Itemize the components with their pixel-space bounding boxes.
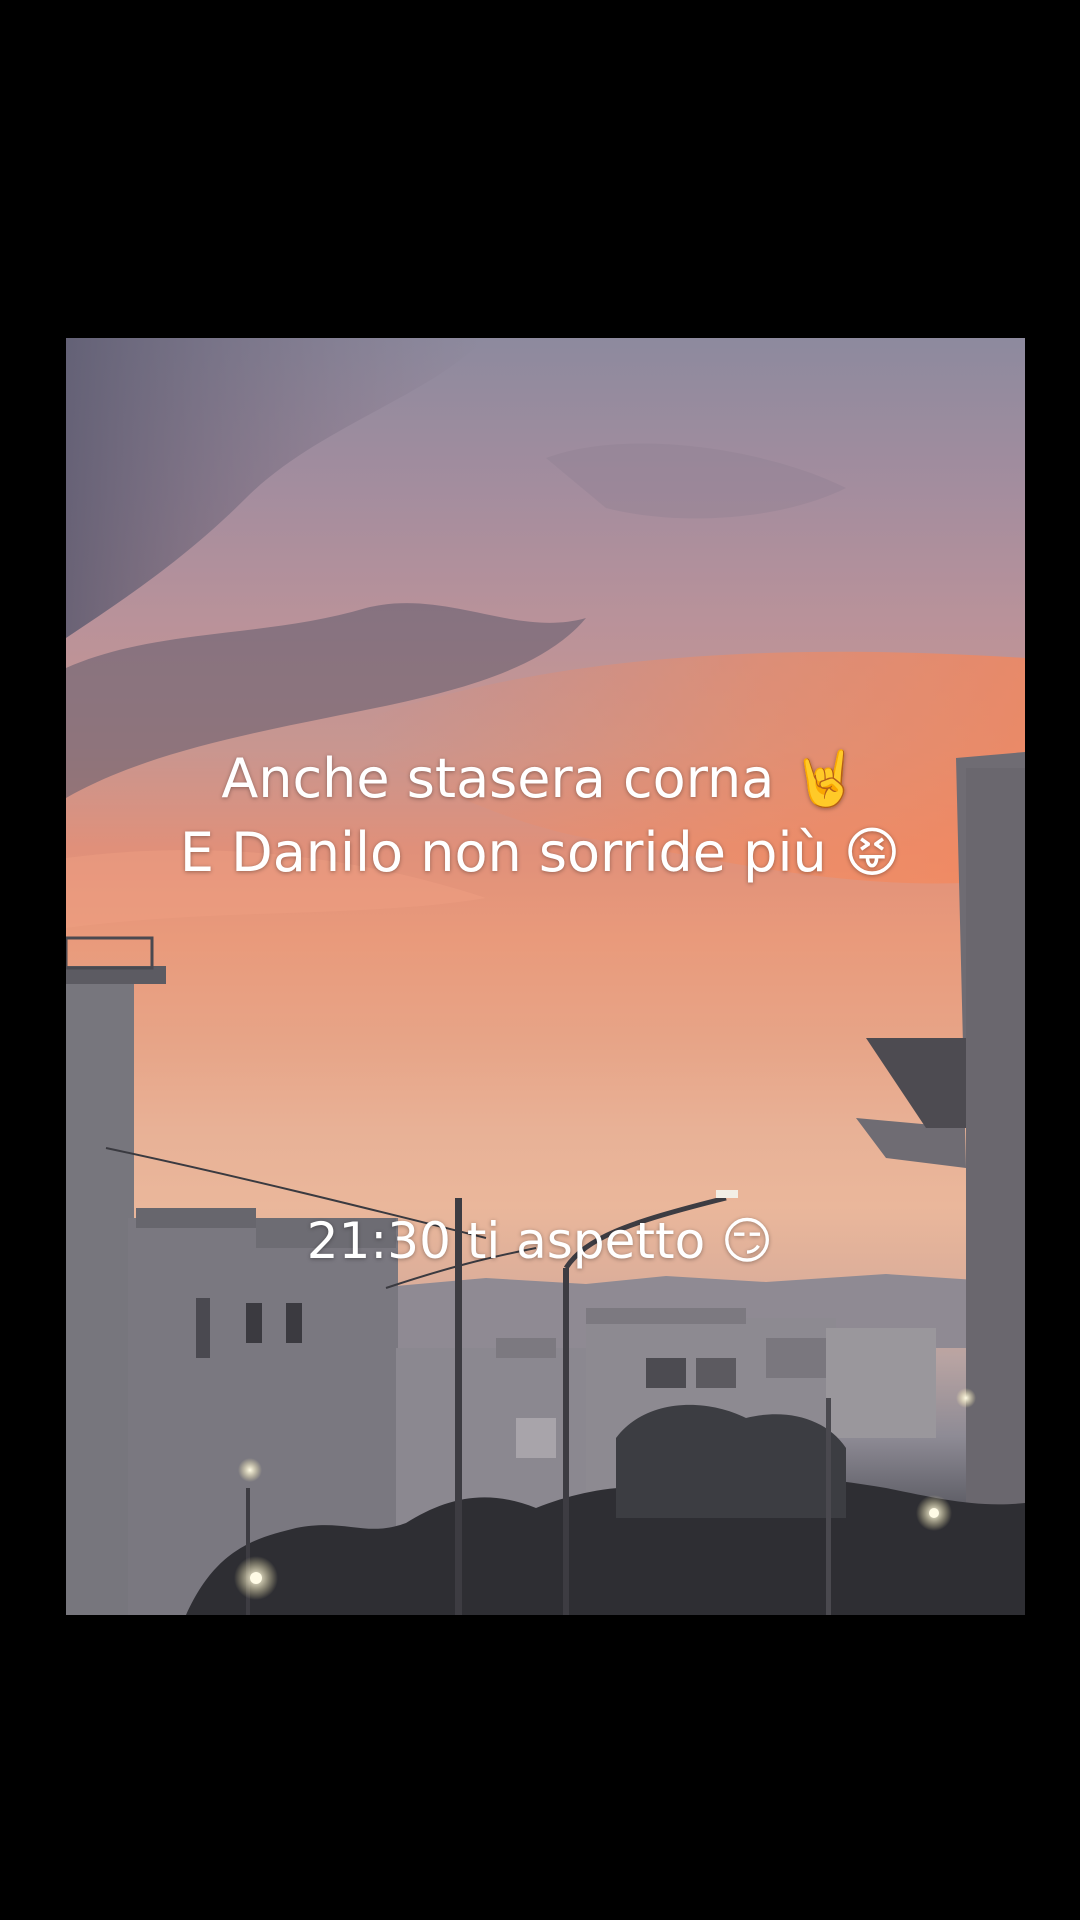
sunset-cityscape-image xyxy=(66,338,1025,1615)
background-photo xyxy=(66,338,1025,1615)
caption-line-3: 21:30 ti aspetto 😏 xyxy=(306,1212,774,1270)
video-frame: Anche stasera corna 🤘 E Danilo non sorri… xyxy=(0,0,1080,1920)
caption-line-1: Anche stasera corna 🤘 xyxy=(221,747,859,810)
caption-line-2: E Danilo non sorride più 😝 xyxy=(179,821,901,884)
